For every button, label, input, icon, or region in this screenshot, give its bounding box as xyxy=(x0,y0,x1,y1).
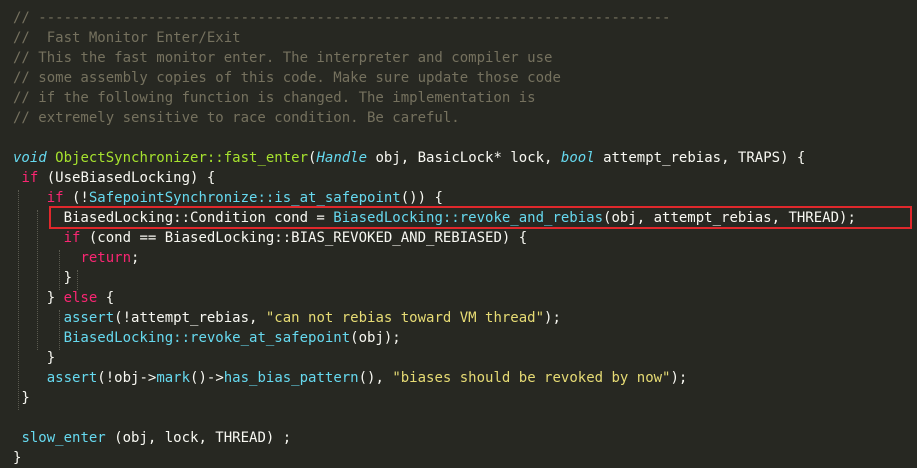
code-token: (!attempt_rebias, xyxy=(114,310,266,326)
code-token: mark xyxy=(156,370,191,386)
code-line: BiasedLocking::revoke_at_safepoint(obj); xyxy=(13,328,401,348)
code-token: ObjectSynchronizer::fast_enter xyxy=(55,150,309,166)
code-token: assert xyxy=(63,310,115,326)
code-token: attempt_rebias, TRAPS) { xyxy=(594,150,806,166)
code-token: (obj, lock, THREAD) ; xyxy=(105,430,292,446)
indent-guide xyxy=(77,270,78,290)
code-token: } xyxy=(13,450,22,466)
code-token: // if the following function is changed.… xyxy=(13,90,536,106)
code-token: "can not rebias toward VM thread" xyxy=(265,310,545,326)
code-line: // extremely sensitive to race condition… xyxy=(13,108,460,128)
code-token: // extremely sensitive to race condition… xyxy=(13,110,460,126)
code-token: ); xyxy=(670,370,688,386)
code-token: // Fast Monitor Enter/Exit xyxy=(13,30,241,46)
code-token: BiasedLocking::revoke_at_safepoint xyxy=(63,330,351,346)
code-token: (! xyxy=(63,190,89,206)
code-token: (), xyxy=(358,370,393,386)
code-line: assert(!obj->mark()->has_bias_pattern(),… xyxy=(13,368,688,388)
code-line: // -------------------------------------… xyxy=(13,8,670,28)
code-token: (UseBiasedLocking) { xyxy=(38,170,216,186)
code-token: has_bias_pattern xyxy=(223,370,359,386)
code-line: slow_enter (obj, lock, THREAD) ; xyxy=(13,428,291,448)
code-line: } xyxy=(13,448,21,468)
code-token: // -------------------------------------… xyxy=(13,10,671,26)
code-token: } xyxy=(13,390,30,406)
code-token: if xyxy=(46,190,64,206)
code-token: // This the fast monitor enter. The inte… xyxy=(13,50,553,66)
code-line: // This the fast monitor enter. The inte… xyxy=(13,48,552,68)
code-line: if (!SafepointSynchronize::is_at_safepoi… xyxy=(13,188,443,208)
code-token: "biases should be revoked by now" xyxy=(392,370,671,386)
code-editor[interactable]: // -------------------------------------… xyxy=(0,0,917,466)
code-token: } xyxy=(13,270,73,286)
code-token: return xyxy=(80,250,132,266)
code-line: // if the following function is changed.… xyxy=(13,88,536,108)
code-token: ()) { xyxy=(400,190,443,206)
code-token: else xyxy=(63,290,98,306)
code-token: ; xyxy=(131,250,140,266)
code-token: SafepointSynchronize::is_at_safepoint xyxy=(88,190,401,206)
code-line: if (cond == BiasedLocking::BIAS_REVOKED_… xyxy=(13,228,528,248)
code-token: ); xyxy=(544,310,561,326)
code-line: void ObjectSynchronizer::fast_enter(Hand… xyxy=(13,148,805,168)
code-token: void xyxy=(13,150,47,166)
code-token: assert xyxy=(46,370,98,386)
code-line: } xyxy=(13,348,55,368)
code-line: } xyxy=(13,388,30,408)
code-token: (cond == BiasedLocking::BIAS_REVOKED_AND… xyxy=(80,230,528,246)
code-line: assert(!attempt_rebias, "can not rebias … xyxy=(13,308,561,328)
code-token: if xyxy=(63,230,81,246)
code-token: Handle xyxy=(316,150,368,166)
code-token: (!obj-> xyxy=(97,370,157,386)
code-token: // some assembly copies of this code. Ma… xyxy=(13,70,561,86)
code-token: (obj); xyxy=(350,330,401,346)
code-line: if (UseBiasedLocking) { xyxy=(13,168,215,188)
code-token: ()-> xyxy=(190,370,224,386)
code-token: slow_enter xyxy=(21,430,106,446)
code-token: bool xyxy=(560,150,595,166)
code-line: return; xyxy=(13,248,139,268)
highlight-box xyxy=(49,206,912,229)
code-line: } xyxy=(13,268,72,288)
code-token: if xyxy=(21,170,39,186)
code-line: // Fast Monitor Enter/Exit xyxy=(13,28,241,48)
code-line: // some assembly copies of this code. Ma… xyxy=(13,68,561,88)
code-token: } xyxy=(13,290,64,306)
code-token: obj, BasicLock* lock, xyxy=(367,150,561,166)
code-token: { xyxy=(97,290,115,306)
code-line: } else { xyxy=(13,288,114,308)
code-token: } xyxy=(13,350,56,366)
